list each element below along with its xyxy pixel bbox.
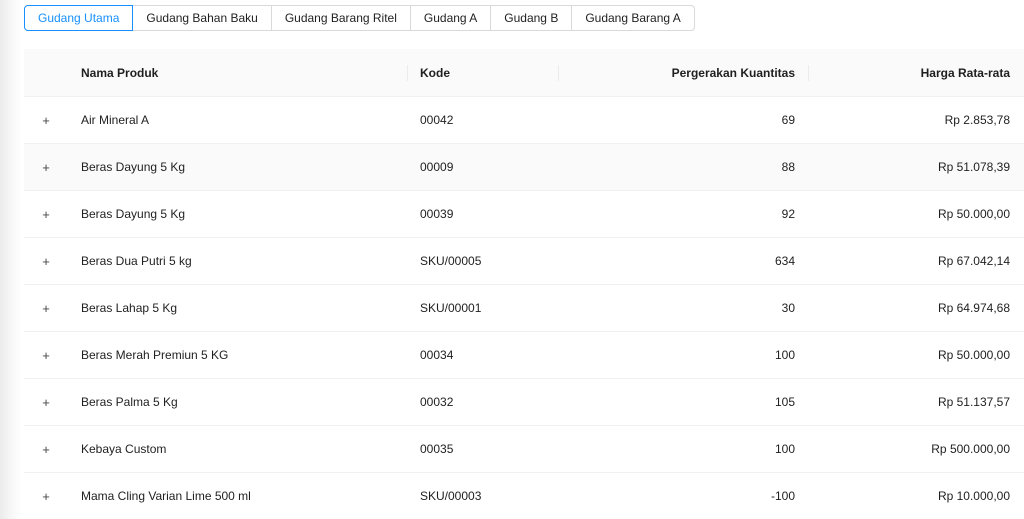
quantity-movement: 105: [774, 395, 795, 409]
tab-gudang-a[interactable]: Gudang A: [410, 5, 492, 31]
average-price: Rp 67.042,14: [937, 254, 1010, 268]
product-name: Beras Palma 5 Kg: [81, 395, 178, 409]
expand-row-icon[interactable]: +: [41, 349, 52, 362]
quantity-movement: 92: [781, 207, 795, 221]
average-price: Rp 10.000,00: [937, 489, 1010, 503]
product-code: 00042: [420, 113, 454, 127]
product-name: Mama Cling Varian Lime 500 ml: [81, 489, 251, 503]
quantity-movement: 634: [774, 254, 795, 268]
product-code: 00009: [420, 160, 454, 174]
product-code: SKU/00005: [420, 254, 482, 268]
expand-row-icon[interactable]: +: [41, 302, 52, 315]
quantity-movement: 100: [774, 442, 795, 456]
quantity-movement: -100: [770, 489, 795, 503]
average-price: Rp 2.853,78: [944, 113, 1010, 127]
expand-row-icon[interactable]: +: [41, 396, 52, 409]
table-row[interactable]: + Beras Dayung 5 Kg 00039 92 Rp 50.000,0…: [24, 191, 1024, 238]
product-name: Beras Lahap 5 Kg: [81, 301, 178, 315]
table-row[interactable]: + Beras Merah Premiun 5 KG 00034 100 Rp …: [24, 332, 1024, 379]
table-header: Nama Produk Kode Pergerakan Kuantitas Ha…: [24, 49, 1024, 97]
inventory-page: Gudang Utama Gudang Bahan Baku Gudang Ba…: [0, 0, 1024, 519]
tab-gudang-barang-ritel[interactable]: Gudang Barang Ritel: [271, 5, 411, 31]
table-row[interactable]: + Beras Palma 5 Kg 00032 105 Rp 51.137,5…: [24, 379, 1024, 426]
tab-gudang-bahan-baku[interactable]: Gudang Bahan Baku: [133, 5, 272, 31]
column-header-qty[interactable]: Pergerakan Kuantitas: [558, 64, 808, 81]
product-table: Nama Produk Kode Pergerakan Kuantitas Ha…: [24, 49, 1024, 519]
quantity-movement: 30: [781, 301, 795, 315]
product-name: Air Mineral A: [81, 113, 150, 127]
table-row[interactable]: + Kebaya Custom 00035 100 Rp 500.000,00: [24, 426, 1024, 473]
average-price: Rp 64.974,68: [937, 301, 1010, 315]
product-code: 00034: [420, 348, 454, 362]
product-name: Beras Dua Putri 5 kg: [81, 254, 192, 268]
warehouse-tabs: Gudang Utama Gudang Bahan Baku Gudang Ba…: [24, 5, 695, 31]
average-price: Rp 50.000,00: [937, 348, 1010, 362]
expand-row-icon[interactable]: +: [41, 443, 52, 456]
product-name: Beras Merah Premiun 5 KG: [81, 348, 229, 362]
table-row[interactable]: + Beras Dua Putri 5 kg SKU/00005 634 Rp …: [24, 238, 1024, 285]
product-name: Kebaya Custom: [81, 442, 167, 456]
expand-row-icon[interactable]: +: [41, 208, 52, 221]
table-row[interactable]: + Beras Dayung 5 Kg 00009 88 Rp 51.078,3…: [24, 144, 1024, 191]
product-code: 00035: [420, 442, 454, 456]
quantity-movement: 100: [774, 348, 795, 362]
table-row[interactable]: + Air Mineral A 00042 69 Rp 2.853,78: [24, 97, 1024, 144]
expand-row-icon[interactable]: +: [41, 490, 52, 503]
table-row[interactable]: + Beras Lahap 5 Kg SKU/00001 30 Rp 64.97…: [24, 285, 1024, 332]
quantity-movement: 88: [781, 160, 795, 174]
column-header-price[interactable]: Harga Rata-rata: [808, 64, 1024, 81]
column-header-code[interactable]: Kode: [407, 64, 558, 81]
tab-gudang-b[interactable]: Gudang B: [491, 5, 573, 31]
expand-row-icon[interactable]: +: [41, 161, 52, 174]
quantity-movement: 69: [781, 113, 795, 127]
expand-row-icon[interactable]: +: [41, 114, 52, 127]
product-name: Beras Dayung 5 Kg: [81, 207, 186, 221]
tab-gudang-utama[interactable]: Gudang Utama: [24, 5, 134, 31]
column-header-name[interactable]: Nama Produk: [68, 66, 407, 80]
tab-gudang-barang-a[interactable]: Gudang Barang A: [572, 5, 695, 31]
table-row[interactable]: + Mama Cling Varian Lime 500 ml SKU/0000…: [24, 473, 1024, 519]
average-price: Rp 500.000,00: [931, 442, 1010, 456]
product-name: Beras Dayung 5 Kg: [81, 160, 186, 174]
average-price: Rp 51.137,57: [937, 395, 1010, 409]
product-code: SKU/00001: [420, 301, 482, 315]
expand-row-icon[interactable]: +: [41, 255, 52, 268]
average-price: Rp 51.078,39: [937, 160, 1010, 174]
product-code: 00039: [420, 207, 454, 221]
product-code: SKU/00003: [420, 489, 482, 503]
product-code: 00032: [420, 395, 454, 409]
average-price: Rp 50.000,00: [937, 207, 1010, 221]
